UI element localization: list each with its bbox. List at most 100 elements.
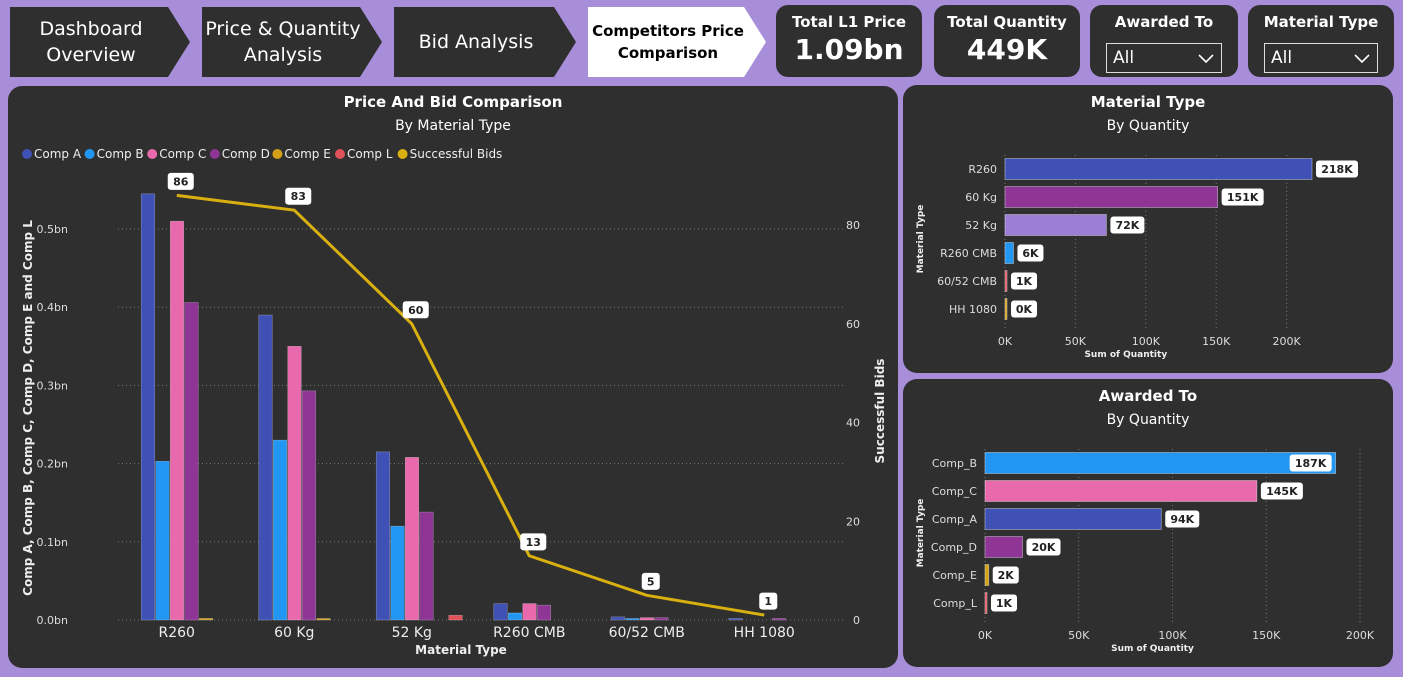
legend-label: Comp A [34,147,82,161]
legend-marker [397,149,408,159]
bar [984,536,1023,558]
x-tick-label: 60/52 CMB [609,625,685,641]
x-tick-label: 100K [1158,629,1187,642]
kpi-label: Total L1 Price [791,13,907,31]
y-tick-label: 60 Kg [965,191,997,204]
x-tick-label: 50K [1065,335,1087,348]
x-tick-label: 60 Kg [274,625,314,641]
dropdown-value: All [1113,48,1135,68]
x-tick-label: 0K [998,335,1013,348]
bar-comp-a [610,616,626,621]
bar-comp-b [272,439,288,621]
y-tick-label: 0.5bn [37,223,68,236]
price-bid-comparison-panel: Price And Bid Comparison By Material Typ… [8,86,898,668]
x-tick-label: 100K [1132,335,1161,348]
legend-marker [209,149,220,159]
awarded-to-dropdown[interactable]: All [1106,43,1222,73]
y-tick-label: Comp_D [931,541,977,554]
legend-marker [22,149,32,159]
bar-comp-c [639,617,655,621]
kpi-total-quantity: Total Quantity 449K [934,5,1080,77]
nav-dashboard-overview[interactable]: Dashboard Overview [10,7,190,77]
y-axis-title: Material Type [916,499,926,568]
nav-price-quantity-analysis[interactable]: Price & Quantity Analysis [202,7,382,77]
y-tick-label: 0.0bn [37,614,68,627]
bar-data-label: 187K [1295,457,1327,470]
bar-data-label: 6K [1022,247,1039,260]
legend-label: Comp L [347,147,393,161]
legend-label: Successful Bids [410,147,503,161]
y-axis-title: Comp A, Comp B, Comp C, Comp D, Comp E a… [21,220,35,596]
bar-comp-l [448,615,463,621]
legend-marker [272,149,283,159]
x-axis-title: Material Type [415,643,507,657]
y-axis-title: Material Type [916,205,926,274]
x-tick-label: 200K [1273,335,1302,348]
bar-comp-a [728,618,743,621]
y2-tick-label: 80 [846,219,860,232]
kpi-total-l1-price: Total L1 Price 1.09bn [776,5,922,77]
bar-data-label: 20K [1032,541,1056,554]
line-data-label: 13 [526,536,541,549]
x-tick-label: 200K [1346,629,1375,642]
line-data-label: 5 [647,575,655,588]
y-tick-label: Comp_E [932,569,977,582]
legend-label: Comp B [97,147,144,161]
y-tick-label: 0.3bn [37,379,68,392]
bar-comp-d [419,511,434,621]
bar-comp-d [301,390,317,621]
y2-axis-title: Successful Bids [873,359,887,464]
bar [1004,270,1008,292]
y-tick-label: 0.2bn [37,458,68,471]
y-tick-label: 52 Kg [965,219,997,232]
legend-marker [84,149,95,159]
bar-comp-b [625,618,640,621]
legend-marker [147,149,158,159]
x-tick-label: R260 CMB [493,625,565,641]
bar-comp-e [198,618,214,621]
bar [1004,186,1218,208]
bar-comp-b [390,525,405,621]
price-bid-chart[interactable]: Comp A Comp B Comp C Comp D Comp E Comp L Succ… [8,86,898,668]
legend-label: Comp C [159,147,206,161]
x-tick-label: HH 1080 [734,625,795,641]
awarded-to-chart[interactable]: 0K 50K 100K 150K 200K Comp_B 187K Comp_C 145K Com… [903,379,1393,667]
bar [984,480,1258,502]
kpi-label: Total Quantity [947,13,1067,31]
bar [984,564,990,586]
nav-competitors-price-comparison[interactable]: Competitors Price Comparison [588,7,766,77]
material-type-dropdown[interactable]: All [1264,43,1378,73]
y-tick-label: Comp_B [932,457,977,470]
bar-comp-a [375,451,391,621]
bar-comp-c [522,603,537,621]
bar-data-label: 0K [1016,303,1033,316]
bar-comp-d [536,604,552,621]
bar-comp-d [654,617,669,621]
bar-comp-d [184,302,199,621]
y-tick-label: Comp_L [933,597,978,610]
line-data-label: 86 [173,175,189,188]
material-type-panel: Material Type By Quantity 0K 50K 100K 150K 2… [903,85,1393,373]
bar-comp-c [169,220,185,621]
x-axis-title: Sum of Quantity [1111,644,1194,654]
y-tick-label: 60/52 CMB [937,275,997,288]
legend-label: Comp E [284,147,330,161]
line-data-label: 60 [408,304,424,317]
bar [1004,214,1107,236]
bar-comp-b [507,612,523,621]
kpi-value: 1.09bn [794,33,904,66]
bar-comp-a [493,603,508,621]
x-axis-title: Sum of Quantity [1084,350,1167,360]
y-tick-label: R260 [968,163,997,176]
material-type-chart[interactable]: 0K 50K 100K 150K 200K R260 218K 60 Kg 151K 52 Kg 7… [903,85,1393,373]
bar [1004,158,1313,180]
bar [1004,298,1008,320]
bar [984,452,1336,474]
y2-tick-label: 0 [853,614,860,627]
bar [984,592,988,614]
legend-marker [335,149,345,159]
y-tick-label: Comp_C [932,485,978,498]
bar-data-label: 2K [998,569,1015,582]
nav-bid-analysis[interactable]: Bid Analysis [394,7,576,77]
bar-data-label: 151K [1227,191,1259,204]
